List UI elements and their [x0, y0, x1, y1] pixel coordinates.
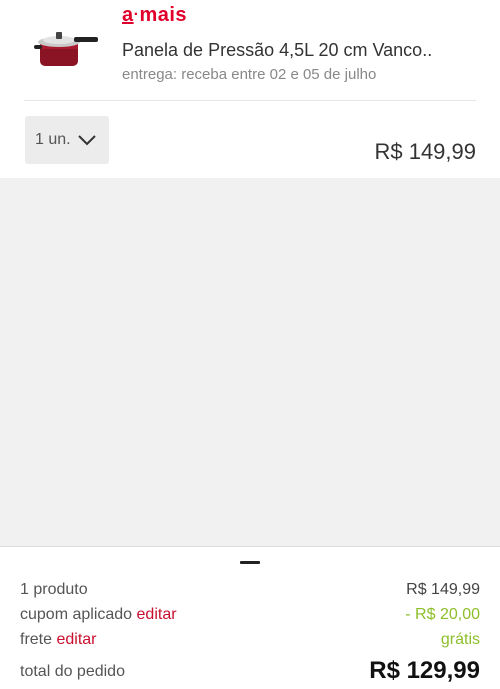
delivery-estimate: entrega: receba entre 02 e 05 de julho: [122, 66, 377, 83]
brand-prefix: a: [122, 4, 134, 26]
pressure-cooker-icon: [34, 32, 98, 66]
store-brand-logo: a·mais: [122, 4, 188, 26]
shipping-label: frete: [20, 631, 53, 648]
summary-row-coupon: cupom aplicado editar - R$ 20,00: [20, 606, 480, 628]
summary-row-products: 1 produto R$ 149,99: [20, 581, 480, 603]
total-value: R$ 129,99: [369, 657, 480, 684]
item-price: R$ 149,99: [374, 139, 476, 164]
drag-handle[interactable]: [240, 561, 260, 564]
product-row[interactable]: a·mais Panela de Pressão 4,5L 20 cm Vanc…: [24, 0, 476, 101]
products-value: R$ 149,99: [406, 581, 480, 598]
summary-row-total: total do pedido R$ 129,99: [20, 657, 480, 687]
products-label: 1 produto: [20, 581, 88, 598]
shipping-label-wrapper: frete editar: [20, 631, 97, 649]
edit-coupon-link[interactable]: editar: [137, 606, 177, 623]
quantity-value: 1 un.: [35, 131, 71, 148]
chevron-down-icon: [78, 135, 96, 146]
cart-item-card: a·mais Panela de Pressão 4,5L 20 cm Vanc…: [0, 0, 500, 178]
brand-suffix: mais: [139, 4, 188, 26]
product-name[interactable]: Panela de Pressão 4,5L 20 cm Vanco..: [122, 40, 432, 61]
total-label: total do pedido: [20, 663, 125, 680]
coupon-label-wrapper: cupom aplicado editar: [20, 606, 177, 624]
coupon-label: cupom aplicado: [20, 606, 133, 623]
edit-shipping-link[interactable]: editar: [56, 631, 96, 648]
order-summary-panel: 1 produto R$ 149,99 cupom aplicado edita…: [0, 546, 500, 689]
coupon-value: - R$ 20,00: [405, 606, 480, 623]
shipping-value: grátis: [440, 631, 480, 648]
summary-row-shipping: frete editar grátis: [20, 631, 480, 653]
quantity-select[interactable]: 1 un.: [25, 116, 109, 164]
